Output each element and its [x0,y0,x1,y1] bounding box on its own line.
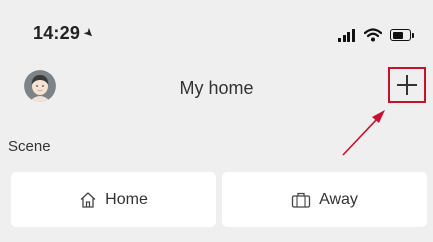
scene-card-label: Away [319,190,358,208]
status-time: 14:29➤ [33,23,98,44]
header-bar: My home [0,64,433,112]
plus-icon [397,75,417,95]
scene-list: Home Away [11,172,433,227]
cellular-signal-icon [338,28,356,42]
page-title: My home [179,78,254,98]
app-screen: 14:29➤ My home Scene Home Away [0,0,433,242]
section-label-scene: Scene [8,138,51,155]
status-time-text: 14:29 [33,23,81,43]
location-arrow-icon: ➤ [80,24,98,42]
status-bar: 14:29➤ [0,0,433,64]
status-indicators [338,26,414,44]
scene-card-away[interactable]: Away [222,172,427,227]
add-button[interactable] [388,67,426,103]
scene-card-label: Home [105,190,148,208]
wifi-icon [364,28,382,42]
battery-icon [390,29,414,41]
suitcase-icon [291,191,311,209]
house-icon [79,191,97,209]
scene-card-home[interactable]: Home [11,172,216,227]
